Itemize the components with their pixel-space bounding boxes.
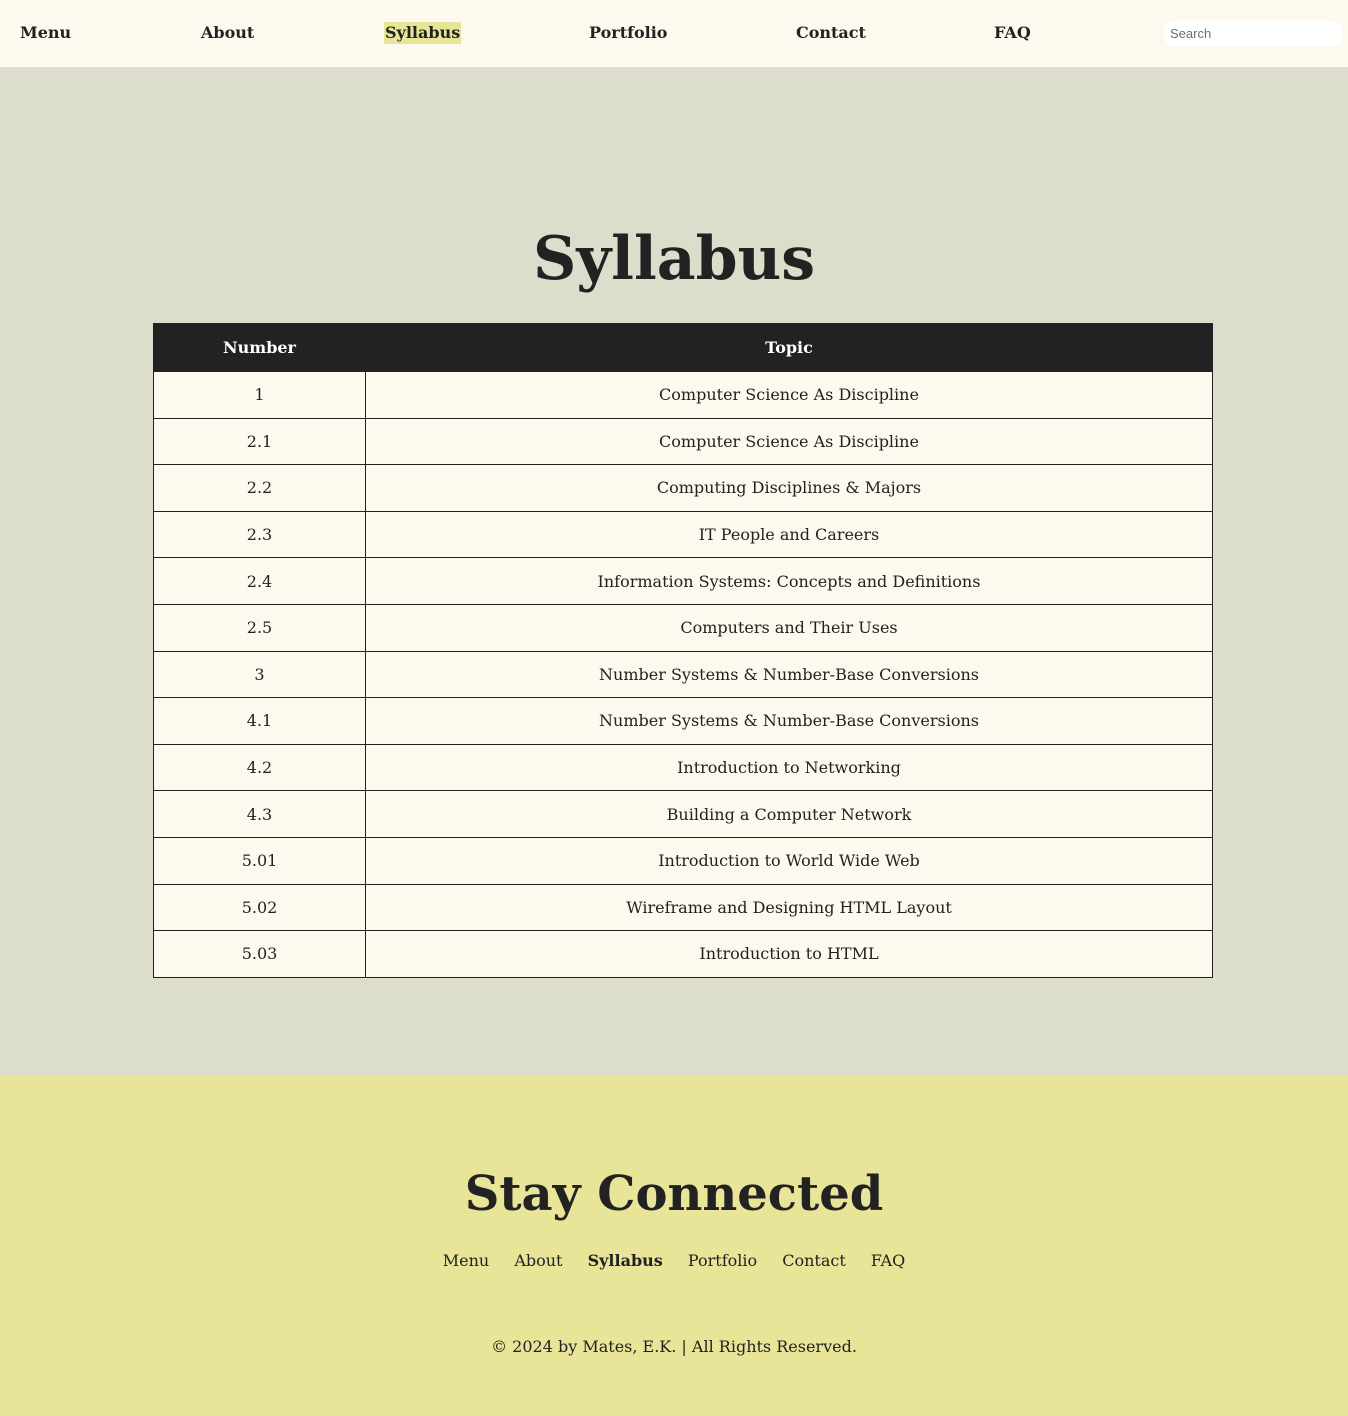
copyright-text: © 2024 by Mates, E.K. | All Rights Reser… bbox=[491, 1337, 857, 1356]
column-header-number: Number bbox=[153, 323, 366, 372]
footer: Stay Connected Menu About Syllabus Portf… bbox=[0, 1076, 1348, 1416]
row-number-cell: 4.1 bbox=[153, 697, 366, 745]
row-topic-cell: Computer Science As Discipline bbox=[365, 371, 1213, 419]
row-number-cell: 4.3 bbox=[153, 790, 366, 838]
table-row: 2.4 Information Systems: Concepts and Def… bbox=[153, 557, 1213, 605]
row-number-cell: 2.4 bbox=[153, 557, 366, 605]
top-navigation: Menu About Syllabus Portfolio Contact FA… bbox=[0, 0, 1348, 67]
footer-link-about[interactable]: About bbox=[514, 1251, 562, 1270]
row-number-cell: 5.03 bbox=[153, 930, 366, 978]
nav-link-portfolio[interactable]: Portfolio bbox=[588, 22, 668, 44]
table-row: 5.01 Introduction to World Wide Web bbox=[153, 836, 1213, 885]
row-number-cell: 2.5 bbox=[153, 603, 366, 652]
syllabus-table: Number Topic 1 Computer Science As Discip… bbox=[153, 323, 1213, 978]
footer-link-menu[interactable]: Menu bbox=[443, 1251, 489, 1270]
table-row: 2.5 Computers and Their Uses bbox=[153, 603, 1213, 652]
row-topic-cell: Computers and Their Uses bbox=[365, 603, 1213, 652]
footer-link-syllabus[interactable]: Syllabus bbox=[588, 1251, 663, 1270]
footer-link-portfolio[interactable]: Portfolio bbox=[688, 1251, 757, 1270]
search-input[interactable] bbox=[1164, 21, 1342, 46]
nav-link-menu[interactable]: Menu bbox=[19, 22, 72, 44]
row-number-cell: 2.3 bbox=[153, 510, 366, 559]
nav-link-faq[interactable]: FAQ bbox=[993, 22, 1032, 44]
row-topic-cell: Number Systems & Number-Base Conversions bbox=[365, 650, 1213, 699]
row-number-cell: 1 bbox=[153, 371, 366, 419]
nav-link-contact[interactable]: Contact bbox=[795, 22, 867, 44]
row-topic-cell: Introduction to Networking bbox=[365, 743, 1213, 792]
row-topic-cell: Introduction to HTML bbox=[365, 930, 1213, 978]
row-topic-cell: Building a Computer Network bbox=[365, 790, 1213, 838]
table-body: 1 Computer Science As Discipline 2.1 Comput… bbox=[153, 371, 1213, 978]
table-row: 5.02 Wireframe and Designing HTML Layout bbox=[153, 883, 1213, 932]
table-row: 1 Computer Science As Discipline bbox=[153, 371, 1213, 419]
table-row: 5.03 Introduction to HTML bbox=[153, 930, 1213, 978]
nav-link-syllabus[interactable]: Syllabus bbox=[384, 22, 462, 44]
row-number-cell: 5.02 bbox=[153, 883, 366, 932]
footer-navigation: Menu About Syllabus Portfolio Contact FA… bbox=[0, 1251, 1348, 1270]
table-row: 2.1 Computer Science As Discipline bbox=[153, 417, 1213, 466]
row-topic-cell: Computing Disciplines & Majors bbox=[365, 464, 1213, 512]
row-number-cell: 3 bbox=[153, 650, 366, 699]
table-row: 2.3 IT People and Careers bbox=[153, 510, 1213, 559]
row-number-cell: 2.2 bbox=[153, 464, 366, 512]
main-content: Syllabus Number Topic 1 Computer Science … bbox=[0, 67, 1348, 1076]
table-row: 4.1 Number Systems & Number-Base Conversi… bbox=[153, 697, 1213, 745]
row-topic-cell: Wireframe and Designing HTML Layout bbox=[365, 883, 1213, 932]
footer-link-faq[interactable]: FAQ bbox=[871, 1251, 905, 1270]
table-header-row: Number Topic bbox=[153, 323, 1213, 372]
row-topic-cell: Computer Science As Discipline bbox=[365, 417, 1213, 466]
row-number-cell: 5.01 bbox=[153, 836, 366, 885]
footer-title: Stay Connected bbox=[464, 1166, 884, 1222]
table-row: 2.2 Computing Disciplines & Majors bbox=[153, 464, 1213, 512]
row-topic-cell: Information Systems: Concepts and Defini… bbox=[365, 557, 1213, 605]
row-topic-cell: IT People and Careers bbox=[365, 510, 1213, 559]
row-topic-cell: Introduction to World Wide Web bbox=[365, 836, 1213, 885]
column-header-topic: Topic bbox=[365, 323, 1213, 372]
row-number-cell: 2.1 bbox=[153, 417, 366, 466]
table-row: 4.3 Building a Computer Network bbox=[153, 790, 1213, 838]
footer-link-contact[interactable]: Contact bbox=[782, 1251, 846, 1270]
page-title: Syllabus bbox=[532, 224, 815, 294]
nav-link-about[interactable]: About bbox=[200, 22, 255, 44]
table-row: 4.2 Introduction to Networking bbox=[153, 743, 1213, 792]
row-number-cell: 4.2 bbox=[153, 743, 366, 792]
table-row: 3 Number Systems & Number-Base Conversion… bbox=[153, 650, 1213, 699]
row-topic-cell: Number Systems & Number-Base Conversions bbox=[365, 697, 1213, 745]
